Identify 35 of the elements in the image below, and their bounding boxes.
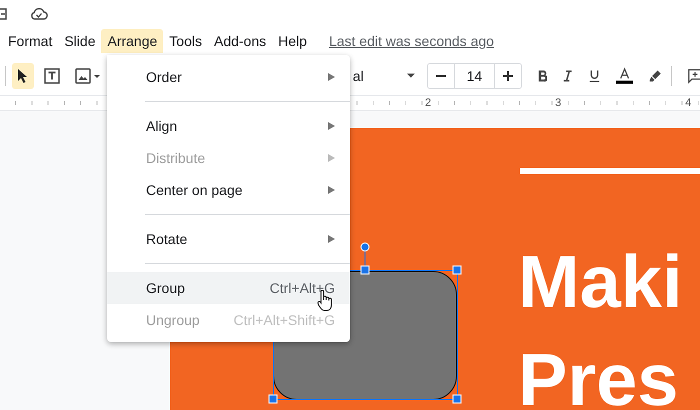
plus-icon[interactable] xyxy=(502,71,513,81)
slide-title: Pres xyxy=(518,337,680,410)
menu-option[interactable]: Rotate xyxy=(107,223,350,255)
pointer-icon xyxy=(16,68,29,84)
select-tool-button[interactable] xyxy=(12,63,34,89)
option-label: Align xyxy=(146,118,178,134)
menu-option[interactable]: Order xyxy=(107,61,350,93)
menu-item[interactable]: Slide xyxy=(58,29,102,53)
option-label: Order xyxy=(146,69,183,85)
menu-option[interactable]: Center on page xyxy=(107,174,350,206)
cloud-check-icon[interactable] xyxy=(30,8,48,20)
option-label: Rotate xyxy=(146,231,188,247)
italic-icon[interactable] xyxy=(563,69,573,83)
menu-option[interactable]: Align xyxy=(107,110,350,142)
bold-icon[interactable] xyxy=(538,69,548,83)
option-label: Distribute xyxy=(146,150,206,166)
menu-item[interactable]: Help xyxy=(272,29,313,53)
underline-icon[interactable] xyxy=(588,68,600,84)
menu-item[interactable]: Format xyxy=(2,29,58,53)
option-label: Ungroup xyxy=(146,312,201,328)
caret-icon[interactable] xyxy=(407,73,415,79)
minus-icon[interactable] xyxy=(436,75,446,77)
image-icon xyxy=(74,68,101,84)
option-label: Group xyxy=(146,280,186,296)
add-comment-icon[interactable] xyxy=(688,67,700,85)
menu-item[interactable]: Add-ons xyxy=(208,29,272,53)
font-name[interactable]: al xyxy=(352,68,384,84)
option-label: Center on page xyxy=(146,182,244,198)
text-color-icon[interactable] xyxy=(616,66,633,86)
slide-title: Maki xyxy=(518,239,683,325)
highlighter-icon[interactable] xyxy=(648,68,662,84)
text-box-icon xyxy=(42,67,61,85)
menu-item[interactable]: Arrange xyxy=(101,29,164,53)
menu-item[interactable]: Tools xyxy=(163,29,208,53)
last-edit-link[interactable]: Last edit was seconds ago xyxy=(328,33,494,49)
